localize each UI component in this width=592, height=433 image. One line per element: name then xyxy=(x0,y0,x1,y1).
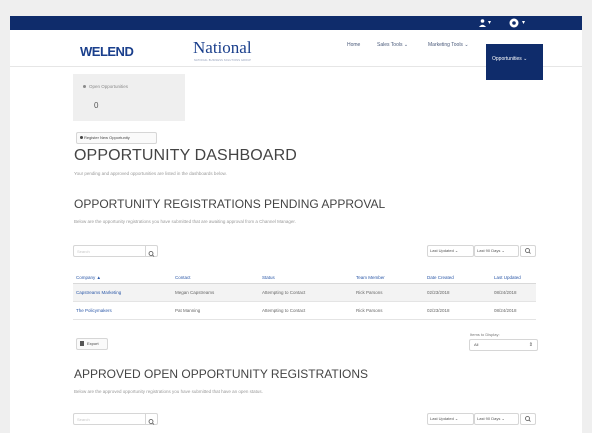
user-icon[interactable] xyxy=(479,19,486,27)
approved-filters: Last Updated ⌄ Last 90 Days ⌄ xyxy=(427,413,537,425)
pending-section-subtitle: Below are the opportunity registrations … xyxy=(74,219,296,224)
contact-cell: Megan Capstreams xyxy=(172,283,259,302)
national-logo[interactable]: National xyxy=(193,38,252,58)
approved-range-select[interactable]: Last 90 Days ⌄ xyxy=(474,413,519,425)
pending-search-placeholder: Search xyxy=(77,249,90,254)
col-status[interactable]: Status xyxy=(259,271,353,284)
bullet-icon xyxy=(83,85,86,88)
col-date-created[interactable]: Date Created xyxy=(424,271,491,284)
open-opportunities-card: Open Opportunities 0 xyxy=(73,74,185,121)
contact-cell: Pat Manning xyxy=(172,301,259,320)
last-updated-cell: 08/24/2018 xyxy=(491,283,536,302)
welend-logo[interactable]: WELEND xyxy=(80,44,134,59)
export-label: Export xyxy=(87,341,99,346)
company-link[interactable]: Capstreams Marketing xyxy=(73,283,172,302)
national-logo-tagline: NATIONAL BUSINESS SOLUTIONS GROUP xyxy=(194,59,252,62)
date-created-cell: 02/23/2018 xyxy=(424,301,491,320)
team-member-cell: Rick Parsons xyxy=(353,301,424,320)
pending-filters: Last Updated ⌄ Last 90 Days ⌄ xyxy=(427,245,537,257)
nav-opportunities-label: Opportunities ⌄ xyxy=(492,56,528,62)
table-row: Capstreams Marketing Megan Capstreams At… xyxy=(73,283,536,302)
approved-section-title: APPROVED OPEN OPPORTUNITY REGISTRATIONS xyxy=(74,367,369,381)
status-cell: Attempting to Contact xyxy=(259,283,353,302)
register-opportunity-label: Register New Opportunity xyxy=(84,135,130,140)
download-icon xyxy=(80,341,84,346)
date-created-cell: 02/23/2018 xyxy=(424,283,491,302)
col-company[interactable]: Company ▲ xyxy=(73,271,172,284)
nav-marketing-tools[interactable]: Marketing Tools ⌄ xyxy=(428,42,469,48)
plus-icon xyxy=(80,136,83,139)
col-team-member[interactable]: Team Member xyxy=(353,271,424,284)
nav-sales-tools[interactable]: Sales Tools ⌄ xyxy=(377,42,408,48)
items-to-display-select[interactable]: All ⇕ xyxy=(469,339,538,351)
items-to-display-value: All xyxy=(474,342,479,347)
gear-icon[interactable] xyxy=(509,18,519,28)
search-icon xyxy=(148,419,155,425)
register-opportunity-button[interactable]: Register New Opportunity xyxy=(76,132,157,144)
col-last-updated[interactable]: Last Updated xyxy=(491,271,536,284)
col-contact[interactable]: Contact xyxy=(172,271,259,284)
table-row: The Policymakers Pat Manning Attempting … xyxy=(73,301,536,320)
search-icon xyxy=(525,416,531,422)
approved-search-button[interactable] xyxy=(145,414,157,425)
nav-opportunities[interactable]: Opportunities ⌄ xyxy=(486,44,543,80)
approved-search-input[interactable]: Search xyxy=(73,413,158,425)
nav-home[interactable]: Home xyxy=(347,42,360,48)
pending-section-title: OPPORTUNITY REGISTRATIONS PENDING APPROV… xyxy=(74,197,386,211)
company-link[interactable]: The Policymakers xyxy=(73,301,172,320)
team-member-cell: Rick Parsons xyxy=(353,283,424,302)
site-header: WELEND National NATIONAL BUSINESS SOLUTI… xyxy=(10,30,582,80)
user-menu-caret[interactable]: ▾ xyxy=(488,20,491,26)
approved-sort-select[interactable]: Last Updated ⌄ xyxy=(427,413,474,425)
settings-menu-caret[interactable]: ▾ xyxy=(522,20,525,26)
search-icon xyxy=(525,248,531,254)
last-updated-cell: 08/24/2018 xyxy=(491,301,536,320)
status-cell: Attempting to Contact xyxy=(259,301,353,320)
pending-sort-select[interactable]: Last Updated ⌄ xyxy=(427,245,474,257)
page-title: OPPORTUNITY DASHBOARD xyxy=(74,147,297,164)
select-arrows-icon: ⇕ xyxy=(528,342,533,348)
page-subtitle: Your pending and approved opportunities … xyxy=(74,171,227,176)
pending-search-button[interactable] xyxy=(145,246,157,257)
card-title: Open Opportunities xyxy=(89,84,129,89)
pending-table: Company ▲ Contact Status Team Member Dat… xyxy=(73,271,536,320)
search-icon xyxy=(148,251,155,257)
approved-search-placeholder: Search xyxy=(77,417,90,422)
approved-filter-search-button[interactable] xyxy=(520,413,536,425)
export-button[interactable]: Export xyxy=(76,338,108,350)
pending-range-select[interactable]: Last 90 Days ⌄ xyxy=(474,245,519,257)
pending-search-input[interactable]: Search xyxy=(73,245,158,257)
approved-section-subtitle: Below are the approved opportunity regis… xyxy=(74,389,263,394)
pending-filter-search-button[interactable] xyxy=(520,245,536,257)
card-count: 0 xyxy=(94,101,99,110)
items-to-display-label: Items to Display: xyxy=(470,332,500,337)
app-page: ▾ ▾ WELEND National NATIONAL BUSINESS SO… xyxy=(10,16,582,433)
top-utility-bar: ▾ ▾ xyxy=(10,16,582,30)
